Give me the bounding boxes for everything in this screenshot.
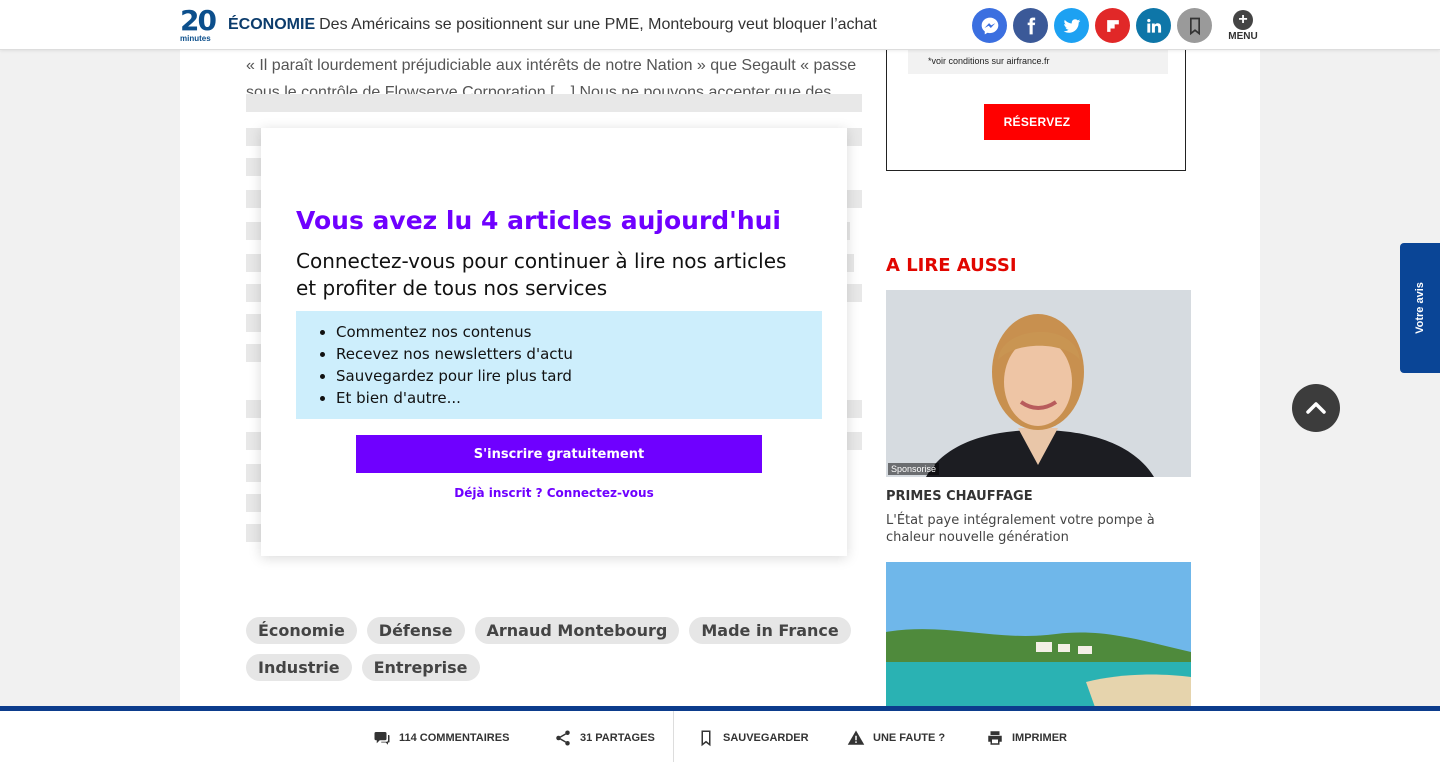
tag-arnaud-montebourg[interactable]: Arnaud Montebourg: [474, 617, 680, 644]
comments-button[interactable]: 114 COMMENTAIRES: [373, 729, 509, 747]
print-label: IMPRIMER: [1012, 732, 1067, 744]
save-label: SAUVEGARDER: [723, 732, 809, 744]
print-icon: [988, 731, 1002, 745]
tag-industrie[interactable]: Industrie: [246, 654, 352, 681]
comments-label: 114 COMMENTAIRES: [399, 732, 510, 744]
bottom-action-bar: 114 COMMENTAIRES 31 PARTAGES SAUVEGARDER…: [0, 706, 1440, 762]
login-link[interactable]: Déjà inscrit ? Connectez-vous: [261, 486, 847, 500]
ad-banner: *voir conditions sur airfrance.fr RÉSERV…: [886, 40, 1186, 171]
article-text: « Il paraît lourdement préjudiciable aux…: [246, 57, 857, 94]
site-logo[interactable]: 20 minutes: [180, 4, 217, 45]
menu-label: MENU: [1228, 31, 1258, 42]
twitter-icon[interactable]: [1054, 8, 1089, 43]
subscribe-button[interactable]: S'inscrire gratuitement: [356, 435, 762, 473]
card-description[interactable]: L'État paye intégralement votre pompe à …: [886, 512, 1186, 546]
facebook-icon[interactable]: [1013, 8, 1048, 43]
save-button[interactable]: SAUVEGARDER: [697, 729, 809, 747]
list-item: Commentez nos contenus: [336, 321, 822, 343]
ad-conditions: *voir conditions sur airfrance.fr: [908, 50, 1168, 74]
tag-list: Économie Défense Arnaud Montebourg Made …: [246, 617, 862, 681]
list-item: Recevez nos newsletters d'actu: [336, 343, 822, 365]
tag-made-in-france[interactable]: Made in France: [689, 617, 851, 644]
bookmark-icon: [701, 730, 711, 747]
tag-economie[interactable]: Économie: [246, 617, 357, 644]
flipboard-icon[interactable]: [1095, 8, 1130, 43]
scroll-to-top-button[interactable]: [1292, 384, 1340, 432]
fault-label: UNE FAUTE ?: [873, 732, 946, 744]
card-image-portrait[interactable]: Sponsorisé: [886, 290, 1191, 477]
paywall-title: Vous avez lu 4 articles aujourd'hui: [296, 206, 781, 235]
beach-illustration: [886, 562, 1191, 710]
headline-text: Des Américains se positionnent sur une P…: [319, 16, 877, 33]
portrait-illustration: [886, 290, 1191, 477]
tag-defense[interactable]: Défense: [366, 617, 465, 644]
shares-label: 31 PARTAGES: [580, 732, 655, 744]
paywall-subtitle: Connectez-vous pour continuer à lire nos…: [296, 249, 787, 300]
menu-button[interactable]: + MENU: [1226, 10, 1260, 42]
section-title: A LIRE AUSSI: [886, 255, 1017, 276]
divider: [673, 711, 674, 762]
card-image-beach[interactable]: [886, 562, 1191, 710]
share-button[interactable]: 31 PARTAGES: [554, 729, 655, 747]
print-button[interactable]: IMPRIMER: [986, 729, 1067, 747]
warning-icon: [847, 730, 865, 745]
feedback-label: Votre avis: [1414, 282, 1426, 334]
messenger-icon[interactable]: [972, 8, 1007, 43]
headline: ÉCONOMIE Des Américains se positionnent s…: [228, 16, 877, 34]
share-icons: [972, 8, 1212, 43]
sponsored-badge: Sponsorisé: [888, 463, 940, 475]
list-item: Et bien d'autre...: [336, 387, 822, 409]
rubric-label[interactable]: ÉCONOMIE: [228, 16, 315, 33]
list-item: Sauvegardez pour lire plus tard: [336, 365, 822, 387]
feedback-tab[interactable]: Votre avis: [1400, 243, 1440, 373]
share-icon: [556, 730, 570, 746]
plus-icon: +: [1233, 10, 1253, 30]
logo-number: 20: [180, 4, 217, 37]
linkedin-icon[interactable]: [1136, 8, 1171, 43]
chevron-up-icon: [1306, 402, 1326, 414]
placeholder-line: [246, 94, 862, 112]
paywall-modal: Vous avez lu 4 articles aujourd'hui Conn…: [261, 128, 847, 556]
report-error-button[interactable]: UNE FAUTE ?: [847, 729, 945, 747]
comment-icon: [374, 732, 390, 745]
bookmark-icon[interactable]: [1177, 8, 1212, 43]
top-bar: 20 minutes ÉCONOMIE Des Américains se pos…: [0, 0, 1440, 50]
reserve-button[interactable]: RÉSERVEZ: [984, 104, 1090, 140]
card-title[interactable]: PRIMES CHAUFFAGE: [886, 489, 1033, 504]
benefits-list: Commentez nos contenus Recevez nos newsl…: [296, 311, 822, 419]
logo-sub: minutes: [180, 34, 211, 43]
tag-entreprise[interactable]: Entreprise: [361, 654, 480, 681]
